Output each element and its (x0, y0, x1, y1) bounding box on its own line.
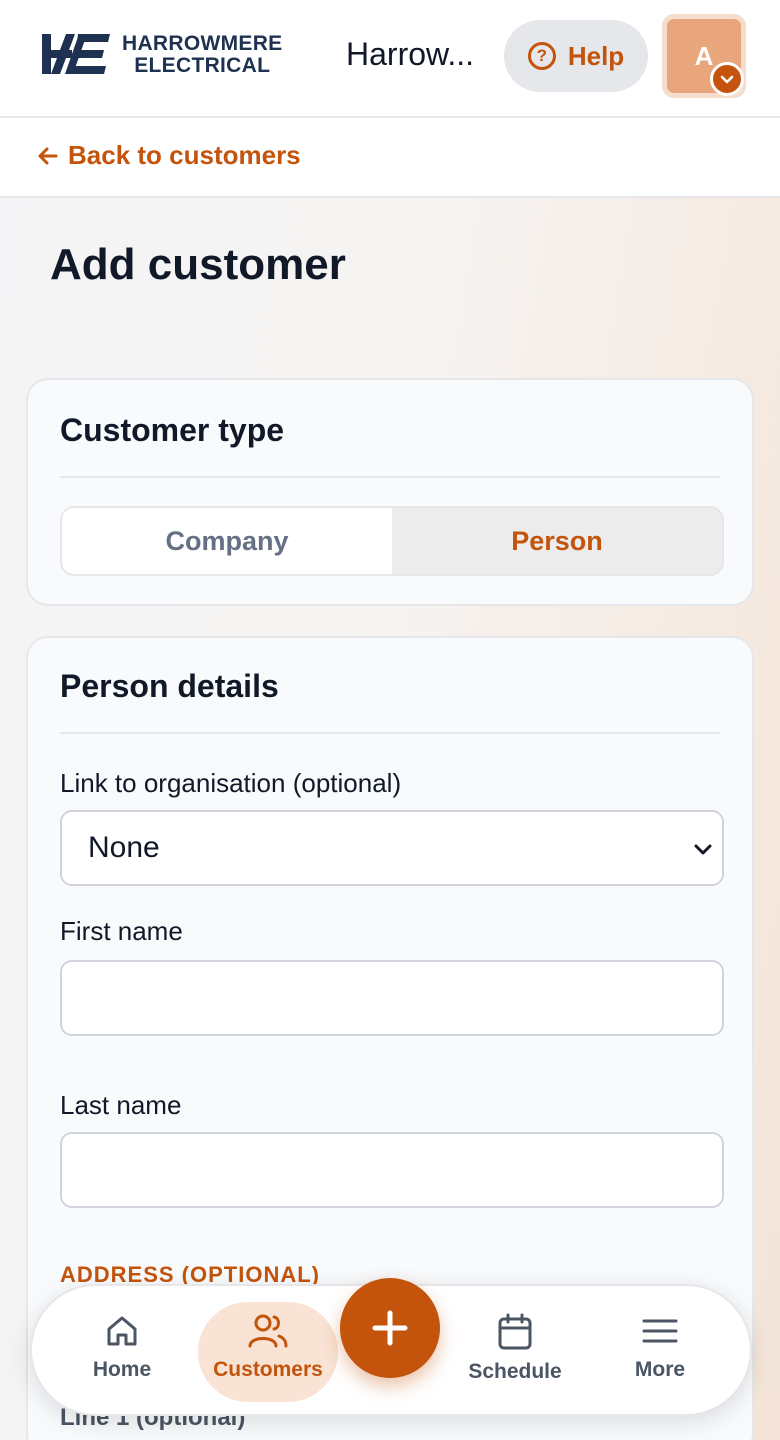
users-icon (248, 1314, 288, 1348)
back-bar: Back to customers (0, 118, 780, 198)
app-header: HARROWMERE ELECTRICAL Harrow... ? Help A (0, 0, 780, 118)
brand-logo-line1: HARROWMERE (122, 32, 283, 55)
nav-more[interactable]: More (590, 1302, 730, 1402)
plus-icon (372, 1310, 408, 1346)
organisation-select[interactable]: None (60, 810, 724, 886)
help-circle-icon: ? (527, 42, 556, 70)
home-icon (107, 1316, 137, 1346)
brand-logo-line2: ELECTRICAL (134, 54, 271, 77)
back-link-label: Back to customers (68, 140, 301, 170)
nav-schedule[interactable]: Schedule (445, 1302, 585, 1402)
back-to-customers-link[interactable]: Back to customers (36, 140, 301, 171)
menu-icon (642, 1319, 678, 1343)
organisation-select-value: None (88, 831, 160, 864)
last-name-input[interactable] (60, 1132, 724, 1208)
nav-home-label: Home (92, 1358, 152, 1381)
customer-type-company-option[interactable]: Company (62, 508, 392, 574)
page-title: Add customer (50, 240, 346, 289)
calendar-icon (498, 1313, 532, 1350)
nav-home[interactable]: Home (52, 1302, 192, 1402)
card-divider (60, 732, 720, 734)
add-new-button[interactable] (340, 1278, 440, 1378)
brand-logo-mark-icon (42, 34, 110, 74)
nav-customers[interactable]: Customers (198, 1302, 338, 1402)
nav-more-label: More (634, 1358, 686, 1381)
chevron-down-icon (694, 844, 712, 855)
first-name-label: First name (60, 916, 183, 946)
organisation-switcher[interactable]: Harrow... (346, 36, 486, 73)
help-button[interactable]: ? Help (504, 20, 648, 92)
customer-type-title: Customer type (60, 412, 285, 448)
brand-logo[interactable]: HARROWMERE ELECTRICAL (40, 30, 310, 80)
person-details-title: Person details (60, 668, 279, 704)
avatar-menu-chevron-icon[interactable] (710, 62, 744, 96)
card-divider (60, 476, 720, 478)
customer-type-person-option[interactable]: Person (392, 508, 722, 574)
customer-type-toggle: Company Person (60, 506, 724, 576)
arrow-left-icon (38, 147, 58, 164)
customer-type-card: Customer type Company Person (26, 378, 754, 606)
brand-logo-text: HARROWMERE ELECTRICAL (122, 33, 283, 77)
last-name-label: Last name (60, 1090, 182, 1120)
help-button-label: Help (567, 40, 625, 71)
first-name-input[interactable] (60, 960, 724, 1036)
nav-schedule-label: Schedule (468, 1360, 562, 1383)
nav-customers-label: Customers (213, 1358, 323, 1381)
organisation-label: Link to organisation (optional) (60, 768, 402, 798)
